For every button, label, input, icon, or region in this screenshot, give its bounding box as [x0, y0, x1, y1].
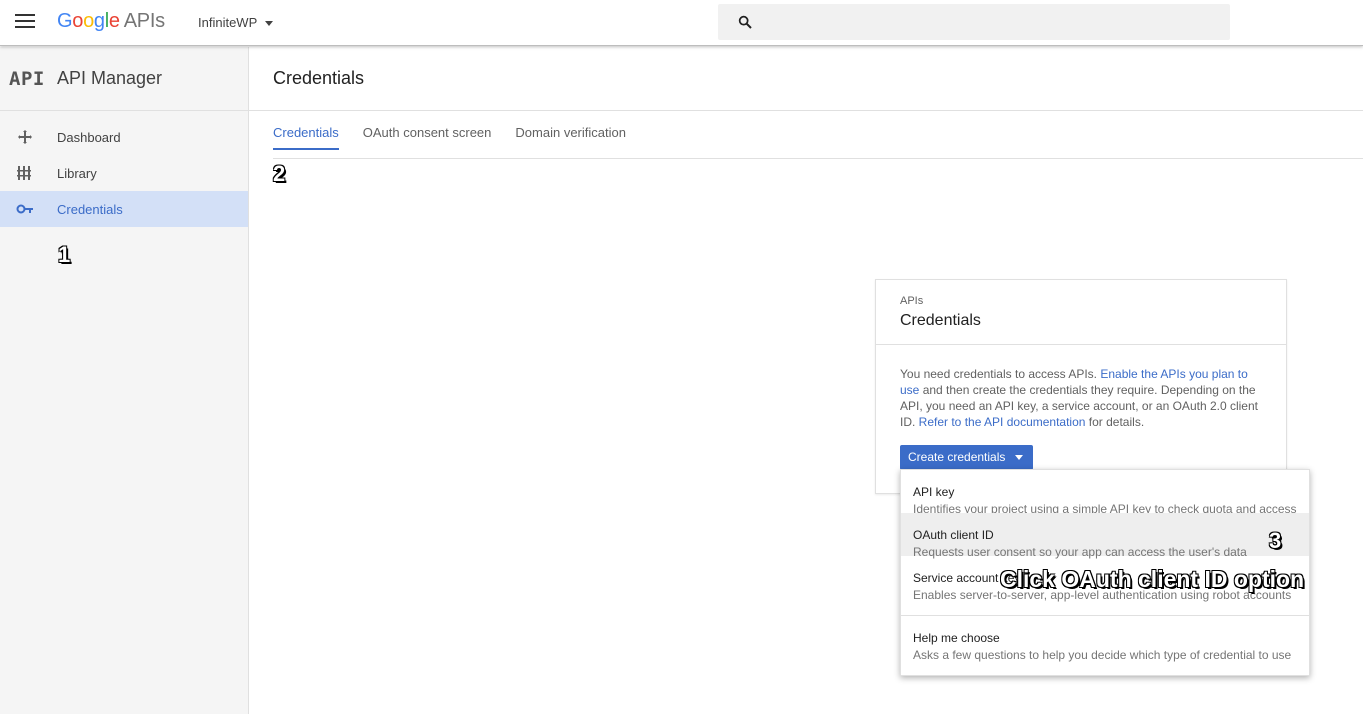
- sidebar-item-credentials[interactable]: Credentials: [0, 191, 248, 227]
- library-icon: [17, 166, 31, 180]
- menu-item-help-me-choose[interactable]: Help me choose Asks a few questions to h…: [901, 616, 1309, 662]
- sidebar-item-label: Dashboard: [57, 130, 121, 145]
- sidebar-item-label: Credentials: [57, 202, 123, 217]
- api-documentation-link[interactable]: Refer to the API documentation: [919, 415, 1086, 429]
- card-header: APIs Credentials: [876, 280, 1286, 345]
- sidebar-header: API API Manager: [0, 47, 248, 111]
- menu-item-title: OAuth client ID: [913, 528, 994, 542]
- menu-item-oauth-client-id[interactable]: OAuth client ID Requests user consent so…: [901, 513, 1309, 559]
- instruction-callout: Click OAuth client ID option: [1000, 566, 1305, 592]
- card-title: Credentials: [900, 312, 981, 329]
- menu-item-api-key[interactable]: API key Identifies your project using a …: [901, 470, 1309, 516]
- tab-credentials[interactable]: Credentials: [273, 125, 339, 150]
- project-name: InfiniteWP: [198, 15, 258, 30]
- card-eyebrow: APIs: [900, 295, 924, 307]
- search-bar[interactable]: [718, 4, 1230, 40]
- sidebar-item-library[interactable]: Library: [0, 155, 248, 191]
- create-credentials-label: Create credentials: [908, 450, 1006, 464]
- top-bar: Google APIs InfiniteWP: [0, 0, 1363, 46]
- google-apis-logo[interactable]: Google APIs: [57, 10, 165, 33]
- sidebar-item-dashboard[interactable]: Dashboard: [0, 119, 248, 155]
- hamburger-menu-icon[interactable]: [15, 14, 35, 30]
- logo-product-label: APIs: [123, 10, 165, 32]
- sidebar: API API Manager Dashboard Library Creden…: [0, 47, 249, 714]
- menu-item-description: Asks a few questions to help you decide …: [913, 648, 1292, 662]
- card-text: for details.: [1085, 415, 1145, 429]
- tab-domain-verification[interactable]: Domain verification: [515, 125, 626, 150]
- project-selector[interactable]: InfiniteWP: [198, 15, 274, 30]
- dashboard-icon: [18, 130, 32, 144]
- search-icon[interactable]: [737, 14, 753, 30]
- tab-oauth-consent-screen[interactable]: OAuth consent screen: [363, 125, 492, 150]
- sidebar-title: API Manager: [57, 68, 163, 88]
- sidebar-nav: Dashboard Library Credentials: [0, 111, 248, 227]
- sidebar-item-label: Library: [57, 166, 97, 181]
- credentials-card: APIs Credentials You need credentials to…: [875, 279, 1287, 494]
- api-badge-icon: API: [9, 68, 45, 90]
- card-description: You need credentials to access APIs. Ena…: [900, 366, 1268, 430]
- menu-item-title: Help me choose: [913, 631, 1000, 645]
- card-text: You need credentials to access APIs.: [900, 367, 1101, 381]
- create-credentials-button[interactable]: Create credentials: [900, 445, 1034, 470]
- search-input[interactable]: [766, 12, 1216, 32]
- step-1-annotation: 1: [58, 242, 71, 267]
- step-3-annotation: 3: [1269, 528, 1282, 553]
- key-icon: [16, 204, 33, 214]
- tabs-divider: [273, 158, 1363, 159]
- menu-item-title: API key: [913, 485, 955, 499]
- page-title: Credentials: [273, 68, 365, 88]
- caret-down-icon: [1015, 455, 1024, 460]
- tab-bar: Credentials OAuth consent screen Domain …: [273, 125, 650, 150]
- step-2-annotation: 2: [273, 161, 286, 186]
- caret-down-icon: [265, 21, 274, 27]
- page-header: Credentials: [249, 47, 1363, 111]
